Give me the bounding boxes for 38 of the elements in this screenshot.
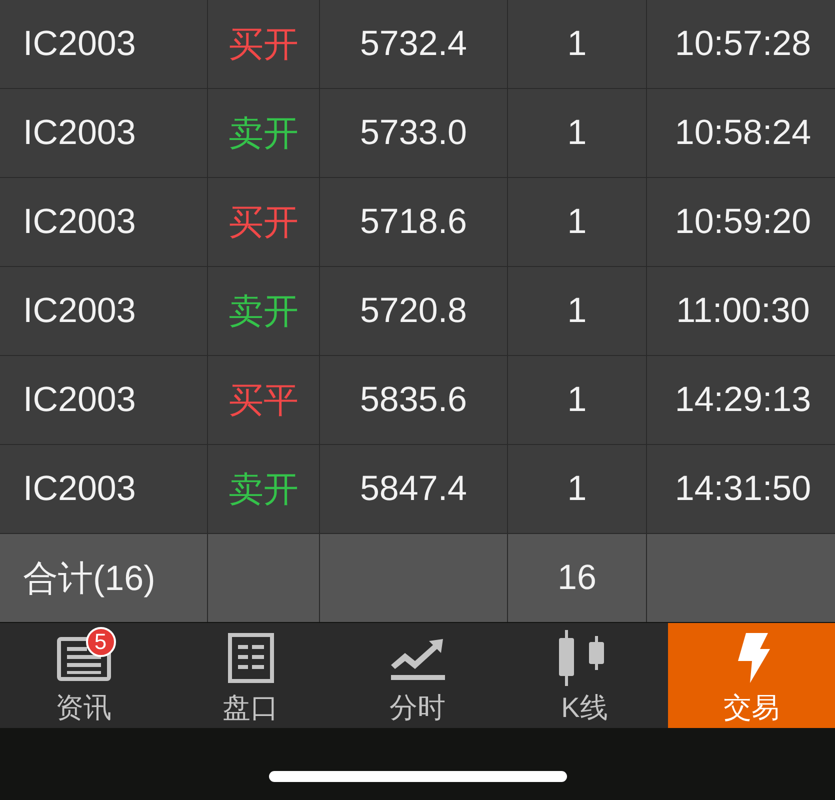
tab[interactable]: 分时 (334, 623, 501, 728)
table-cell: 14:29:13 (647, 356, 835, 444)
table-cell: 5835.6 (320, 356, 507, 444)
table-cell: 买开 (208, 0, 319, 88)
tab[interactable]: 5 资讯 (0, 623, 167, 728)
table-cell: IC2003 (0, 0, 207, 88)
table-cell: 5718.6 (320, 178, 507, 266)
table-cell: 10:59:20 (647, 178, 835, 266)
tab[interactable]: 盘口 (167, 623, 334, 728)
table-cell: 买平 (208, 356, 319, 444)
table-cell: 10:58:24 (647, 89, 835, 177)
table-cell: 卖开 (208, 267, 319, 355)
table-cell: 买开 (208, 178, 319, 266)
table-cell: 5847.4 (320, 445, 507, 533)
table-cell: 5733.0 (320, 89, 507, 177)
table-cell: IC2003 (0, 178, 207, 266)
table-cell: 1 (508, 178, 646, 266)
table-cell: 5720.8 (320, 267, 507, 355)
table-cell: 5732.4 (320, 0, 507, 88)
table-cell: IC2003 (0, 89, 207, 177)
total-quantity: 16 (508, 534, 646, 622)
table-cell: 卖开 (208, 89, 319, 177)
table-cell: 1 (508, 445, 646, 533)
list-icon (228, 633, 274, 683)
table-cell: IC2003 (0, 267, 207, 355)
table-cell: 11:00:30 (647, 267, 835, 355)
table-cell: 1 (508, 267, 646, 355)
table-cell: 1 (508, 0, 646, 88)
table-cell: IC2003 (0, 445, 207, 533)
table-cell: 10:57:28 (647, 0, 835, 88)
tab[interactable]: K线 (501, 623, 668, 728)
table-cell: 卖开 (208, 445, 319, 533)
total-label: 合计(16) (0, 534, 207, 622)
notification-badge: 5 (86, 627, 116, 657)
table-cell: 1 (508, 356, 646, 444)
table-cell: 14:31:50 (647, 445, 835, 533)
table-cell: IC2003 (0, 356, 207, 444)
table-cell: 1 (508, 89, 646, 177)
